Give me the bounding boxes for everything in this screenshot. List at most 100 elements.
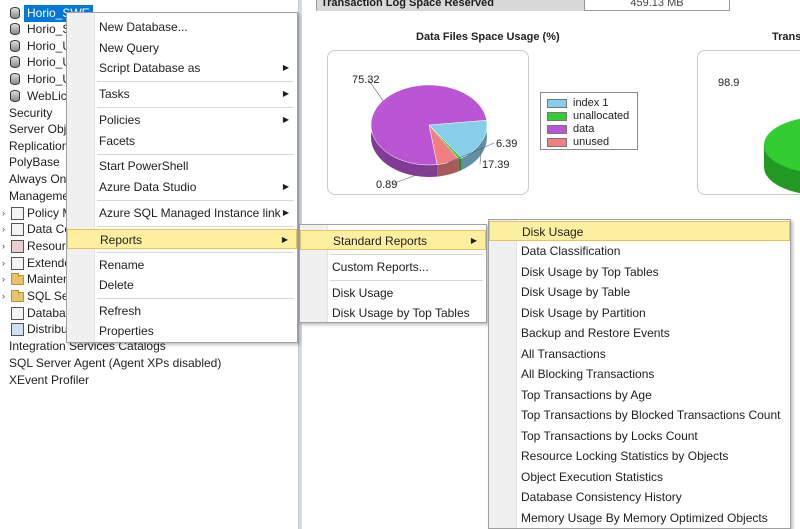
submenu-arrow-icon: ▶ xyxy=(282,63,289,72)
menu-item-std-memory-usage[interactable]: Memory Usage By Memory Optimized Objects xyxy=(489,508,790,528)
menu-item-label: Disk Usage xyxy=(332,286,394,300)
submenu-arrow-icon: ▶ xyxy=(282,89,289,98)
expand-icon[interactable]: › xyxy=(2,271,5,288)
tree-item-label: SQL Server Agent (Agent XPs disabled) xyxy=(9,356,222,370)
menu-item-std-top-transactions-age[interactable]: Top Transactions by Age xyxy=(489,385,790,405)
tree-item-label: Horio_U xyxy=(27,55,72,69)
menu-item-label: Object Execution Statistics xyxy=(521,470,664,484)
expand-icon[interactable]: › xyxy=(2,255,5,272)
menu-item-delete[interactable]: Delete xyxy=(67,275,297,295)
database-icon xyxy=(10,40,20,52)
menu-item-standard-reports[interactable]: Standard Reports ▶ xyxy=(300,230,486,250)
menu-item-label: Refresh xyxy=(99,304,142,318)
menu-item-std-top-transactions-blocked[interactable]: Top Transactions by Blocked Transactions… xyxy=(489,405,790,425)
legend-label: index 1 xyxy=(573,97,609,109)
menu-item-new-database[interactable]: New Database... xyxy=(67,17,297,37)
extended-events-icon xyxy=(11,257,24,270)
menu-item-disk-usage-top-tables[interactable]: Disk Usage by Top Tables xyxy=(300,303,486,323)
menu-item-refresh[interactable]: Refresh xyxy=(67,301,297,321)
menu-item-std-all-blocking-transactions[interactable]: All Blocking Transactions xyxy=(489,364,790,384)
menu-item-label: Tasks xyxy=(99,87,130,101)
menu-item-std-disk-usage-by-partition[interactable]: Disk Usage by Partition xyxy=(489,303,790,323)
pie-value-label: 17.39 xyxy=(482,159,510,171)
legend-swatch xyxy=(547,99,567,108)
standard-reports-submenu: Disk Usage Data Classification Disk Usag… xyxy=(488,219,791,529)
menu-item-std-disk-usage-top-tables[interactable]: Disk Usage by Top Tables xyxy=(489,262,790,282)
menu-item-label: New Database... xyxy=(99,20,188,34)
expand-icon[interactable]: › xyxy=(2,221,5,238)
menu-item-label: Script Database as xyxy=(99,61,201,75)
legend-item: unused xyxy=(547,136,631,149)
distributed-transactions-icon xyxy=(11,323,24,336)
tree-item-label: Replication xyxy=(9,139,69,153)
expand-icon[interactable]: › xyxy=(2,238,5,255)
menu-item-label: All Transactions xyxy=(521,347,606,361)
tree-item-label: Databas xyxy=(27,306,72,320)
menu-item-label: Disk Usage xyxy=(522,225,584,239)
pie-chart-frame: 17.39 0.89 6.39 75.32 xyxy=(327,50,529,195)
menu-item-tasks[interactable]: Tasks ▶ xyxy=(67,84,297,104)
menu-item-label: Memory Usage By Memory Optimized Objects xyxy=(521,511,768,525)
menu-item-script-database-as[interactable]: Script Database as ▶ xyxy=(67,58,297,78)
tlog-space-row: Transaction Log Space Reserved 459.13 MB xyxy=(316,0,730,11)
menu-separator xyxy=(330,280,483,281)
menu-item-custom-reports[interactable]: Custom Reports... xyxy=(300,257,486,277)
submenu-arrow-icon: ▶ xyxy=(282,115,289,124)
menu-separator xyxy=(97,252,294,253)
menu-item-std-all-transactions[interactable]: All Transactions xyxy=(489,344,790,364)
expand-icon[interactable]: › xyxy=(2,288,5,305)
menu-item-label: Top Transactions by Locks Count xyxy=(521,429,698,443)
menu-separator xyxy=(97,154,294,155)
menu-separator xyxy=(97,200,294,201)
tree-item-label: Distribu xyxy=(27,322,68,336)
menu-item-label: Reports xyxy=(100,233,143,247)
tree-item-label: Mainten xyxy=(27,272,70,286)
menu-item-std-resource-locking[interactable]: Resource Locking Statistics by Objects xyxy=(489,446,790,466)
expand-icon[interactable]: › xyxy=(2,205,5,222)
menu-item-label: Policies xyxy=(99,113,141,127)
chart-title-2: Trans xyxy=(772,31,800,43)
folder-icon xyxy=(11,290,24,302)
chart-title: Data Files Space Usage (%) xyxy=(416,31,560,43)
tree-item-label: XEvent Profiler xyxy=(9,373,90,387)
menu-item-azure-sql-mi-link[interactable]: Azure SQL Managed Instance link ▶ xyxy=(67,203,297,223)
menu-item-rename[interactable]: Rename xyxy=(67,255,297,275)
tlog-space-value: 459.13 MB xyxy=(630,0,684,9)
menu-item-disk-usage[interactable]: Disk Usage xyxy=(300,283,486,303)
menu-item-new-query[interactable]: New Query xyxy=(67,38,297,58)
menu-separator xyxy=(97,226,294,227)
menu-item-label: Top Transactions by Blocked Transactions… xyxy=(521,408,781,422)
menu-item-std-consistency-history[interactable]: Database Consistency History xyxy=(489,487,790,507)
menu-item-label: Disk Usage by Top Tables xyxy=(332,306,470,320)
legend-item: index 1 xyxy=(547,97,631,110)
menu-item-std-disk-usage[interactable]: Disk Usage xyxy=(489,221,790,241)
menu-item-policies[interactable]: Policies ▶ xyxy=(67,110,297,130)
menu-item-std-top-transactions-locks[interactable]: Top Transactions by Locks Count xyxy=(489,426,790,446)
tree-item-label: Always On I xyxy=(9,172,74,186)
menu-item-properties[interactable]: Properties xyxy=(67,321,297,341)
menu-item-std-data-classification[interactable]: Data Classification xyxy=(489,241,790,261)
menu-item-reports[interactable]: Reports ▶ xyxy=(67,229,297,249)
menu-item-std-backup-restore-events[interactable]: Backup and Restore Events xyxy=(489,323,790,343)
menu-item-label: Start PowerShell xyxy=(99,159,189,173)
menu-item-label: New Query xyxy=(99,41,160,55)
pie-value-label: 0.89 xyxy=(376,179,397,191)
submenu-arrow-icon: ▶ xyxy=(282,208,289,217)
menu-item-azure-data-studio[interactable]: Azure Data Studio ▶ xyxy=(67,177,297,197)
menu-item-start-powershell[interactable]: Start PowerShell xyxy=(67,156,297,176)
menu-item-label: Standard Reports xyxy=(333,234,428,248)
submenu-arrow-icon: ▶ xyxy=(282,182,289,191)
tree-item-label: Manageme xyxy=(9,189,70,203)
tree-item-label: Resourc xyxy=(27,239,72,253)
menu-item-std-disk-usage-by-table[interactable]: Disk Usage by Table xyxy=(489,282,790,302)
menu-item-std-object-execution[interactable]: Object Execution Statistics xyxy=(489,467,790,487)
menu-item-label: Azure SQL Managed Instance link xyxy=(99,206,281,220)
submenu-arrow-icon: ▶ xyxy=(470,236,477,245)
menu-item-label: All Blocking Transactions xyxy=(521,367,655,381)
policy-icon xyxy=(11,207,24,220)
menu-item-label: Backup and Restore Events xyxy=(521,326,670,340)
tree-item-label: Data Co xyxy=(27,222,72,236)
menu-item-label: Delete xyxy=(99,278,134,292)
menu-item-facets[interactable]: Facets xyxy=(67,131,297,151)
pie-slice-side xyxy=(458,158,462,172)
